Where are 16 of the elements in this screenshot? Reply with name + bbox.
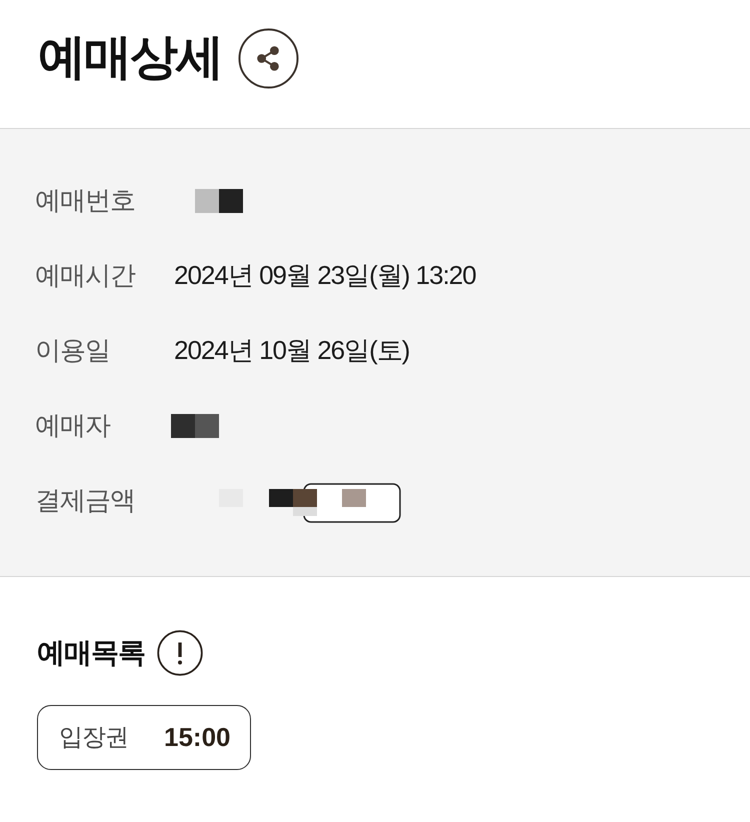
- page-title: 예매상세: [38, 34, 222, 82]
- field-value: 2024년 10월 26일(토): [174, 334, 410, 367]
- section-title: 예매목록: [37, 639, 145, 667]
- redaction-mosaic-drawing: [195, 188, 243, 212]
- field-label: 예매시간: [35, 259, 136, 292]
- share-icon[interactable]: [238, 28, 299, 88]
- ticket-type: 입장권: [59, 722, 128, 752]
- ticket-time: 15:00: [164, 721, 230, 754]
- field-value: 2024년 09월 23일(월) 13:20: [174, 259, 476, 292]
- redaction-mosaic-drawing: [171, 414, 219, 438]
- field-label: 결제금액: [35, 484, 136, 517]
- exclamation-icon[interactable]: [157, 630, 203, 676]
- field-label: 이용일: [35, 334, 111, 367]
- field-label: 예매자: [35, 409, 112, 442]
- ticket-chip[interactable]: 입장권 15:00: [37, 705, 250, 770]
- field-label: 예매번호: [35, 184, 136, 217]
